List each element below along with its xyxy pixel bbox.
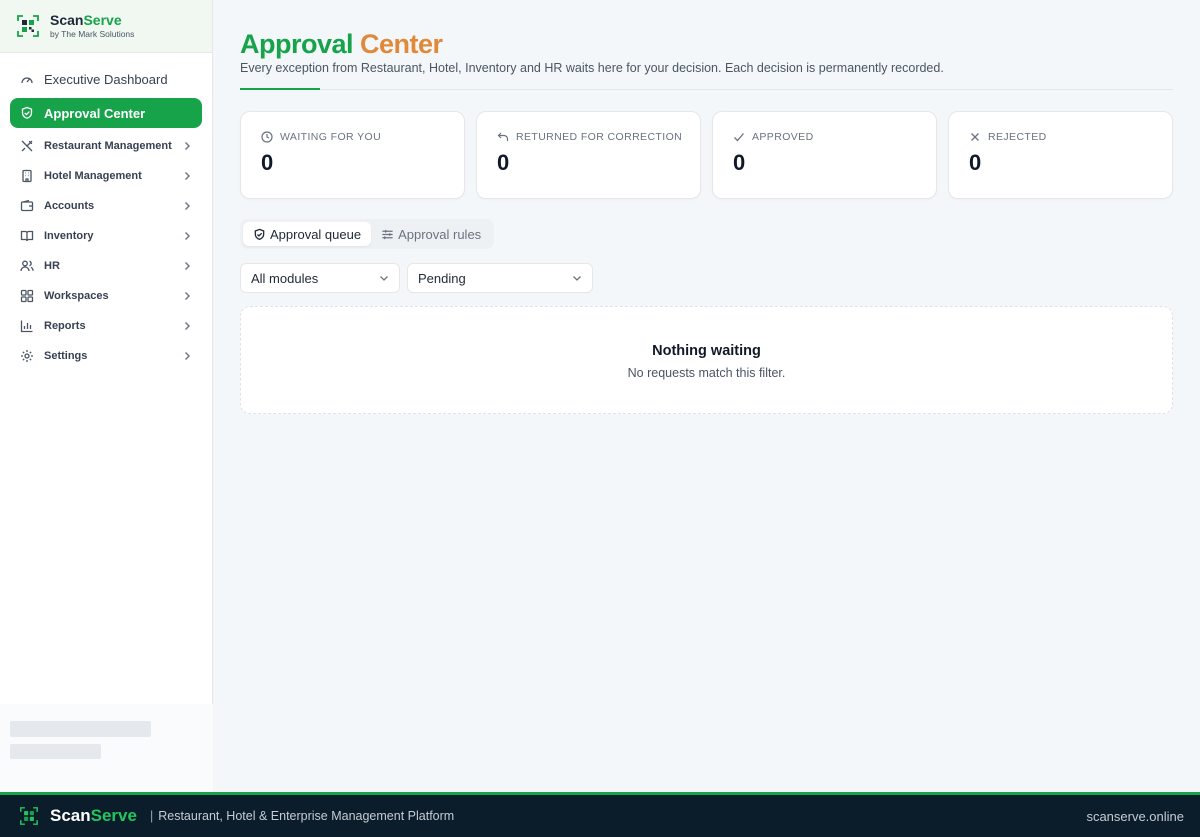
brand-subtitle: by The Mark Solutions	[50, 29, 135, 40]
sidebar-item-label: Approval Center	[44, 105, 146, 121]
sidebar-item-label: Inventory	[44, 230, 94, 242]
sidebar-item-hotel-management[interactable]: Hotel Management	[10, 161, 202, 191]
shield-check-icon	[20, 106, 34, 120]
skeleton-line	[10, 744, 101, 759]
sidebar-item-label: Workspaces	[44, 290, 109, 302]
tab-approval-rules[interactable]: Approval rules	[371, 222, 491, 246]
stat-label: WAITING FOR YOU	[280, 131, 382, 143]
brand-name: ScanServe	[50, 12, 122, 29]
footer-brand: ScanServe	[50, 806, 137, 825]
sidebar-item-restaurant-management[interactable]: Restaurant Management	[10, 131, 202, 161]
tab-approval-queue[interactable]: Approval queue	[243, 222, 372, 246]
gear-icon	[20, 349, 34, 363]
book-icon	[20, 229, 34, 243]
stat-value: 0	[497, 150, 510, 175]
chevron-right-icon	[185, 292, 190, 300]
shield-check-icon	[253, 228, 266, 241]
empty-state-subtitle: No requests match this filter.	[627, 366, 786, 380]
chevron-right-icon	[185, 322, 190, 330]
sidebar-item-workspaces[interactable]: Workspaces	[10, 281, 202, 311]
qr-logo-icon	[20, 807, 38, 825]
stat-card-returned: RETURNED FOR CORRECTION 0	[476, 111, 701, 199]
sidebar-item-label: Hotel Management	[44, 170, 142, 182]
sidebar-item-hr[interactable]: HR	[10, 251, 202, 281]
footer-separator: |	[149, 809, 154, 823]
skeleton-line	[10, 721, 151, 737]
grid-icon	[20, 289, 34, 303]
bar-chart-icon	[20, 319, 34, 333]
footer: ScanServe | Restaurant, Hotel & Enterpri…	[0, 792, 1200, 837]
sidebar-item-label: Restaurant Management	[44, 140, 172, 152]
footer-domain-link[interactable]: scanserve.online	[1086, 809, 1184, 824]
stat-value: 0	[261, 150, 274, 175]
empty-state-title: Nothing waiting	[652, 343, 761, 359]
approval-tabs: Approval queue Approval rules	[240, 219, 495, 249]
chevron-right-icon	[185, 142, 190, 150]
chevron-right-icon	[185, 352, 190, 360]
gauge-icon	[20, 73, 34, 87]
status-filter-value: Pending	[418, 270, 466, 286]
stat-card-approved: APPROVED 0	[712, 111, 937, 199]
title-divider	[240, 89, 1173, 90]
sliders-icon	[381, 228, 394, 241]
stat-label: APPROVED	[752, 131, 814, 143]
sidebar-item-label: HR	[44, 260, 60, 272]
chevron-right-icon	[185, 202, 190, 210]
sidebar-nav: Executive Dashboard Approval Center Rest…	[0, 53, 212, 371]
page-subtitle: Every exception from Restaurant, Hotel, …	[240, 61, 944, 75]
sidebar-item-label: Executive Dashboard	[44, 72, 168, 87]
user-loading-skeleton	[0, 704, 213, 792]
stats-row: WAITING FOR YOU 0 RETURNED FOR CORRECTIO…	[240, 111, 1173, 199]
sidebar-item-label: Settings	[44, 350, 88, 362]
footer-tagline: Restaurant, Hotel & Enterprise Managemen…	[158, 809, 455, 823]
module-filter-value: All modules	[251, 270, 319, 286]
building-icon	[20, 169, 34, 183]
sidebar-item-inventory[interactable]: Inventory	[10, 221, 202, 251]
stat-card-rejected: REJECTED 0	[948, 111, 1173, 199]
stat-value: 0	[733, 150, 746, 175]
brand[interactable]: ScanServe by The Mark Solutions	[0, 0, 212, 53]
chevron-right-icon	[185, 232, 190, 240]
sidebar: ScanServe by The Mark Solutions Executiv…	[0, 0, 213, 792]
undo-icon	[497, 131, 509, 143]
chevron-down-icon	[380, 276, 388, 281]
sidebar-item-executive-dashboard[interactable]: Executive Dashboard	[10, 64, 202, 95]
clock-icon	[261, 131, 273, 143]
tab-label: Approval queue	[270, 226, 362, 242]
utensils-icon	[20, 139, 34, 153]
sidebar-item-label: Reports	[44, 320, 86, 332]
stat-card-waiting: WAITING FOR YOU 0	[240, 111, 465, 199]
sidebar-item-label: Accounts	[44, 200, 95, 212]
sidebar-item-approval-center[interactable]: Approval Center	[10, 98, 202, 128]
qr-logo-icon	[17, 15, 39, 37]
title-divider-accent	[240, 88, 320, 90]
wallet-icon	[20, 199, 34, 213]
chevron-down-icon	[573, 276, 581, 281]
sidebar-item-settings[interactable]: Settings	[10, 341, 202, 371]
users-icon	[20, 259, 34, 273]
sidebar-item-reports[interactable]: Reports	[10, 311, 202, 341]
chevron-right-icon	[185, 262, 190, 270]
sidebar-item-accounts[interactable]: Accounts	[10, 191, 202, 221]
stat-label: REJECTED	[988, 131, 1047, 143]
stat-label: RETURNED FOR CORRECTION	[516, 131, 683, 143]
empty-state: Nothing waiting No requests match this f…	[240, 306, 1173, 414]
chevron-right-icon	[185, 172, 190, 180]
x-icon	[969, 131, 981, 143]
tab-label: Approval rules	[398, 226, 482, 242]
status-filter-select[interactable]: Pending	[407, 263, 593, 293]
page-title: Approval Center	[240, 29, 443, 59]
stat-value: 0	[969, 150, 982, 175]
check-icon	[733, 131, 745, 143]
module-filter-select[interactable]: All modules	[240, 263, 400, 293]
